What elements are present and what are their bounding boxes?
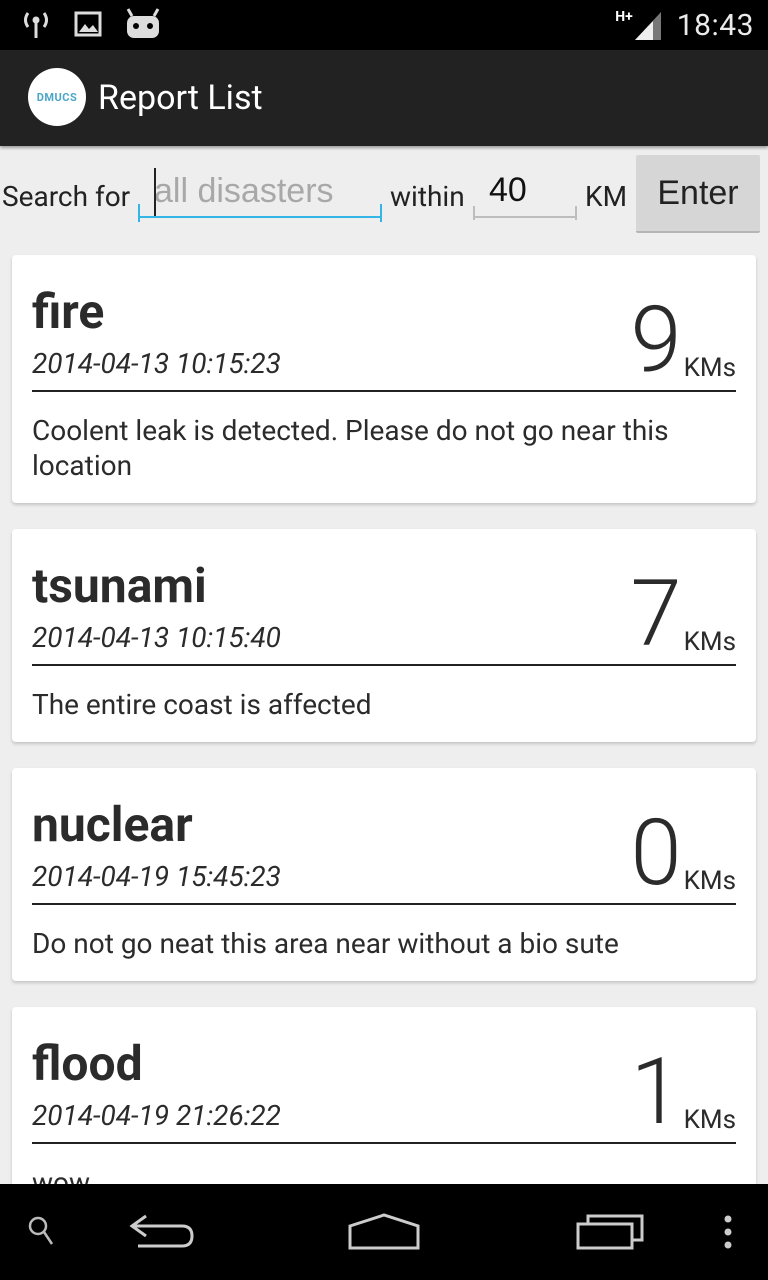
distance-value: 0 — [630, 800, 682, 907]
recent-apps-button[interactable] — [568, 1184, 652, 1280]
recent-apps-icon — [576, 1214, 644, 1250]
report-title: flood — [32, 1035, 143, 1092]
network-type-label: H+ — [615, 9, 633, 25]
search-for-label: Search for — [2, 180, 131, 213]
distance-value: 7 — [630, 561, 682, 668]
report-datetime: 2014-04-13 10:15:40 — [32, 621, 281, 654]
overflow-menu-button[interactable] — [712, 1184, 744, 1280]
report-description: Do not go neat this area near without a … — [32, 927, 619, 960]
action-bar: DMUCS Report List — [0, 50, 768, 146]
home-button[interactable] — [340, 1184, 428, 1280]
report-card[interactable]: tsunami 2014-04-13 10:15:40 7 KMs The en… — [12, 529, 756, 742]
signal-icon — [634, 12, 661, 40]
report-card[interactable]: fire 2014-04-13 10:15:23 9 KMs Coolent l… — [12, 255, 756, 503]
back-icon — [129, 1214, 194, 1248]
wifi-icon — [24, 12, 48, 38]
within-label: within — [390, 180, 465, 213]
card-divider — [32, 903, 736, 905]
distance-unit: KMs — [683, 627, 736, 657]
report-distance: 1 KMs — [631, 1047, 736, 1139]
report-title: nuclear — [32, 796, 193, 853]
clock: 18:43 — [676, 7, 754, 43]
image-icon — [74, 11, 102, 37]
overflow-menu-icon — [724, 1215, 732, 1249]
distance-value: 9 — [630, 287, 682, 394]
android-icon — [126, 8, 160, 38]
back-button[interactable] — [118, 1184, 202, 1280]
enter-button[interactable]: Enter — [636, 155, 760, 233]
navigation-bar — [0, 1184, 768, 1280]
report-distance: 0 KMs — [631, 808, 736, 900]
home-icon — [348, 1213, 420, 1250]
km-unit-label: KM — [585, 180, 628, 213]
report-distance: 9 KMs — [631, 295, 736, 387]
search-input-underline — [138, 204, 382, 222]
page-title: Report List — [98, 78, 263, 118]
distance-unit: KMs — [683, 1105, 736, 1135]
report-description: Coolent leak is detected. Please do not … — [32, 414, 669, 482]
logo-text: DMUCS — [36, 90, 78, 104]
search-icon — [28, 1216, 54, 1245]
card-divider — [32, 664, 736, 666]
search-row: Search for within KM Enter — [0, 150, 768, 240]
report-datetime: 2014-04-13 10:15:23 — [32, 347, 281, 380]
text-cursor — [154, 168, 156, 216]
distance-input-underline — [473, 206, 577, 220]
distance-unit: KMs — [683, 353, 736, 383]
report-description: The entire coast is affected — [32, 688, 372, 721]
report-title: fire — [32, 283, 105, 340]
report-datetime: 2014-04-19 15:45:23 — [32, 860, 281, 893]
status-bar: H+ 18:43 — [0, 0, 768, 50]
report-distance: 7 KMs — [631, 569, 736, 661]
search-button[interactable] — [20, 1184, 64, 1280]
distance-value: 1 — [630, 1039, 682, 1146]
report-datetime: 2014-04-19 21:26:22 — [32, 1099, 281, 1132]
card-divider — [32, 1142, 736, 1144]
app-logo[interactable]: DMUCS — [28, 68, 86, 126]
card-divider — [32, 390, 736, 392]
report-card[interactable]: nuclear 2014-04-19 15:45:23 0 KMs Do not… — [12, 768, 756, 981]
report-title: tsunami — [32, 557, 207, 614]
distance-unit: KMs — [683, 866, 736, 896]
